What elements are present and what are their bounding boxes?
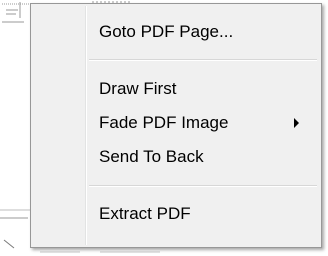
context-menu: Goto PDF Page... Draw First Fade PDF Ima… xyxy=(30,3,322,248)
menu-item-label: Extract PDF xyxy=(99,204,191,223)
menu-item-label: Draw First xyxy=(99,79,177,98)
menu-item-fade-pdf-image[interactable]: Fade PDF Image xyxy=(33,105,319,141)
menu-separator xyxy=(89,59,317,61)
menu-separator xyxy=(89,185,317,187)
menu-item-goto-pdf-page[interactable]: Goto PDF Page... xyxy=(33,14,319,50)
menu-item-label: Send To Back xyxy=(99,147,204,166)
menu-item-send-to-back[interactable]: Send To Back xyxy=(33,139,319,175)
menu-item-label: Goto PDF Page... xyxy=(99,22,234,41)
menu-item-draw-first[interactable]: Draw First xyxy=(33,71,319,107)
document-canvas: Goto PDF Page... Draw First Fade PDF Ima… xyxy=(0,0,328,256)
chevron-right-icon xyxy=(294,118,299,128)
menu-item-label: Fade PDF Image xyxy=(99,113,229,132)
menu-item-extract-pdf[interactable]: Extract PDF xyxy=(33,196,319,232)
